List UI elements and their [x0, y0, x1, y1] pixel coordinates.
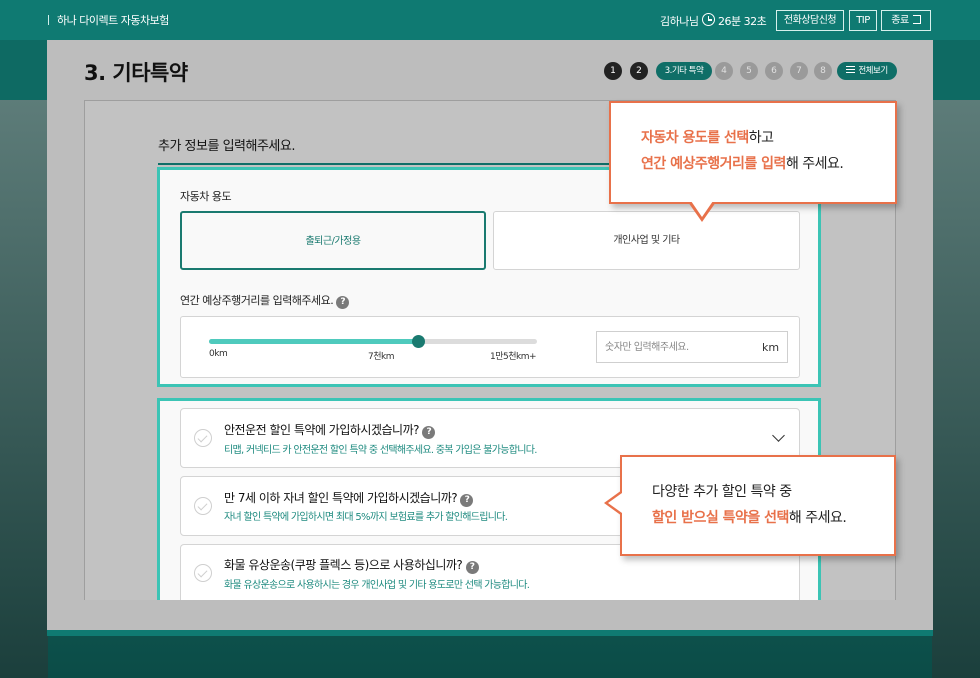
rider-question: 안전운전 할인 특약에 가입하시겠습니까? ? — [224, 421, 436, 439]
view-all-button[interactable]: 전체보기 — [837, 62, 897, 80]
user-name: 김하나님 — [660, 15, 699, 28]
page-title: 3. 기타특약 — [84, 61, 188, 85]
tooltip-line: 다양한 추가 할인 특약 중 — [652, 484, 792, 500]
brand-label: 하나 다이렉트 자동차보험 — [57, 14, 169, 27]
tooltip-riders: 다양한 추가 할인 특약 중 할인 받으실 특약을 선택해 주세요. — [620, 455, 896, 556]
tick-label-max: 1만5천km+ — [490, 352, 537, 362]
distance-label: 연간 예상주행거리를 입력해주세요. ? — [180, 292, 350, 309]
distance-label-text: 연간 예상주행거리를 입력해주세요. — [180, 294, 334, 307]
tooltip-highlight: 자동차 용도를 선택 — [641, 130, 749, 146]
rider-question-text: 안전운전 할인 특약에 가입하시겠습니까? — [224, 423, 420, 437]
rider-question: 화물 유상운송(쿠팡 플렉스 등)으로 사용하십니까? ? — [224, 556, 479, 574]
check-icon[interactable] — [194, 497, 212, 515]
rider-question-text: 화물 유상운송(쿠팡 플렉스 등)으로 사용하십니까? — [224, 558, 463, 572]
top-bar: 하나 다이렉트 자동차보험 김하나님 26분 32초 전화상담신청 TIP 종료 — [0, 0, 980, 40]
brand: 하나 다이렉트 자동차보험 — [48, 12, 169, 28]
rider-question-text: 만 7세 이하 자녀 할인 특약에 가입하시겠습니까? — [224, 491, 458, 505]
tooltip-tail-inner — [608, 493, 622, 513]
exit-label: 종료 — [891, 15, 909, 26]
step-8: 8 — [814, 62, 832, 80]
panel-bottom-bar — [47, 630, 933, 636]
tooltip-line: 할인 받으실 특약을 선택해 주세요. — [652, 505, 894, 531]
tooltip-text: 하고 — [748, 130, 774, 146]
rider-desc: 자녀 할인 특약에 가입하시면 최대 5%까지 보험료를 추가 할인해드립니다. — [224, 512, 508, 523]
check-icon[interactable] — [194, 429, 212, 447]
tick-label-min: 0km — [209, 349, 228, 359]
exit-icon — [912, 15, 921, 24]
step-current: 3.기타 특약 — [656, 62, 712, 80]
clock-icon — [702, 13, 715, 26]
distance-input[interactable] — [596, 331, 788, 363]
usage-option-business[interactable]: 개인사업 및 기타 — [493, 211, 800, 270]
exit-button[interactable]: 종료 — [881, 10, 931, 31]
step-4: 4 — [715, 62, 733, 80]
rider-desc: 티맵, 커넥티드 카 안전운전 할인 특약 중 선택해주세요. 중복 가입은 불… — [224, 445, 537, 456]
tooltip-text: 해 주세요. — [788, 510, 847, 526]
rider-question: 만 7세 이하 자녀 할인 특약에 가입하시겠습니까? ? — [224, 489, 474, 507]
background-right — [932, 100, 980, 678]
view-all-label: 전체보기 — [858, 66, 888, 76]
tooltip-highlight: 할인 받으실 특약을 선택 — [652, 510, 789, 526]
step-2[interactable]: 2 — [630, 62, 648, 80]
tooltip-line: 자동차 용도를 선택하고 — [641, 125, 895, 151]
tick-label-mid: 7천km — [368, 352, 395, 362]
step-7: 7 — [790, 62, 808, 80]
step-1[interactable]: 1 — [604, 62, 622, 80]
background-left — [0, 100, 48, 678]
distance-unit: km — [762, 341, 780, 354]
help-icon[interactable]: ? — [336, 296, 350, 309]
phone-consult-button[interactable]: 전화상담신청 — [776, 10, 844, 31]
tooltip-text: 해 주세요. — [785, 156, 844, 172]
section-title: 추가 정보를 입력해주세요. — [158, 139, 295, 154]
tooltip-highlight: 연간 예상주행거리를 입력 — [641, 156, 786, 172]
help-icon[interactable]: ? — [422, 426, 436, 439]
usage-option-commute[interactable]: 출퇴근/가정용 — [180, 211, 486, 270]
help-icon[interactable]: ? — [460, 494, 474, 507]
rider-desc: 화물 유상운송으로 사용하시는 경우 개인사업 및 기타 용도로만 선택 가능합… — [224, 580, 530, 591]
step-6: 6 — [765, 62, 783, 80]
menu-icon — [846, 66, 856, 73]
tip-button[interactable]: TIP — [849, 10, 877, 31]
step-5: 5 — [740, 62, 758, 80]
usage-label: 자동차 용도 — [180, 190, 232, 203]
tooltip-tail-inner — [691, 201, 713, 217]
distance-slider-fill — [209, 339, 419, 344]
check-icon[interactable] — [194, 564, 212, 582]
tooltip-line: 연간 예상주행거리를 입력해 주세요. — [641, 151, 895, 177]
session-timer: 26분 32초 — [718, 15, 767, 28]
help-icon[interactable]: ? — [465, 561, 479, 574]
tooltip-usage: 자동차 용도를 선택하고 연간 예상주행거리를 입력해 주세요. — [609, 101, 897, 204]
